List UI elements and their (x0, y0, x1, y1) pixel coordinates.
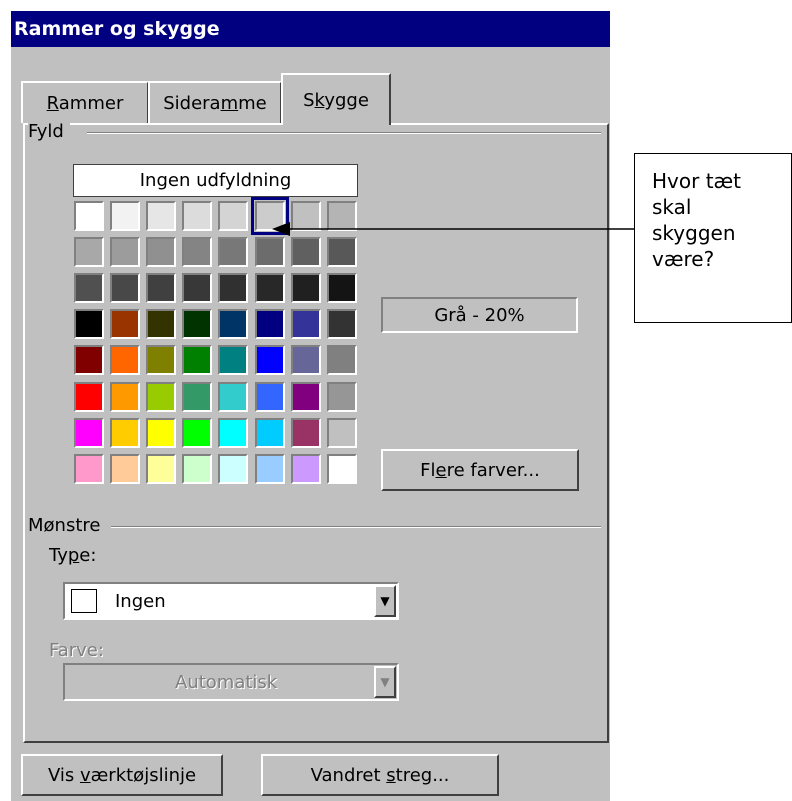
callout-line: Hvor tæt (652, 169, 742, 193)
callout-line: skyggen (652, 221, 736, 245)
callout-arrow (272, 222, 634, 236)
callout-box: Hvor tæt skal skyggen være? (634, 153, 792, 323)
tab-shading-label: Skygge (303, 89, 369, 111)
tab-shading[interactable]: Skygge (281, 73, 391, 125)
callout-line: være? (652, 247, 715, 271)
callout-line: skal (652, 195, 692, 219)
